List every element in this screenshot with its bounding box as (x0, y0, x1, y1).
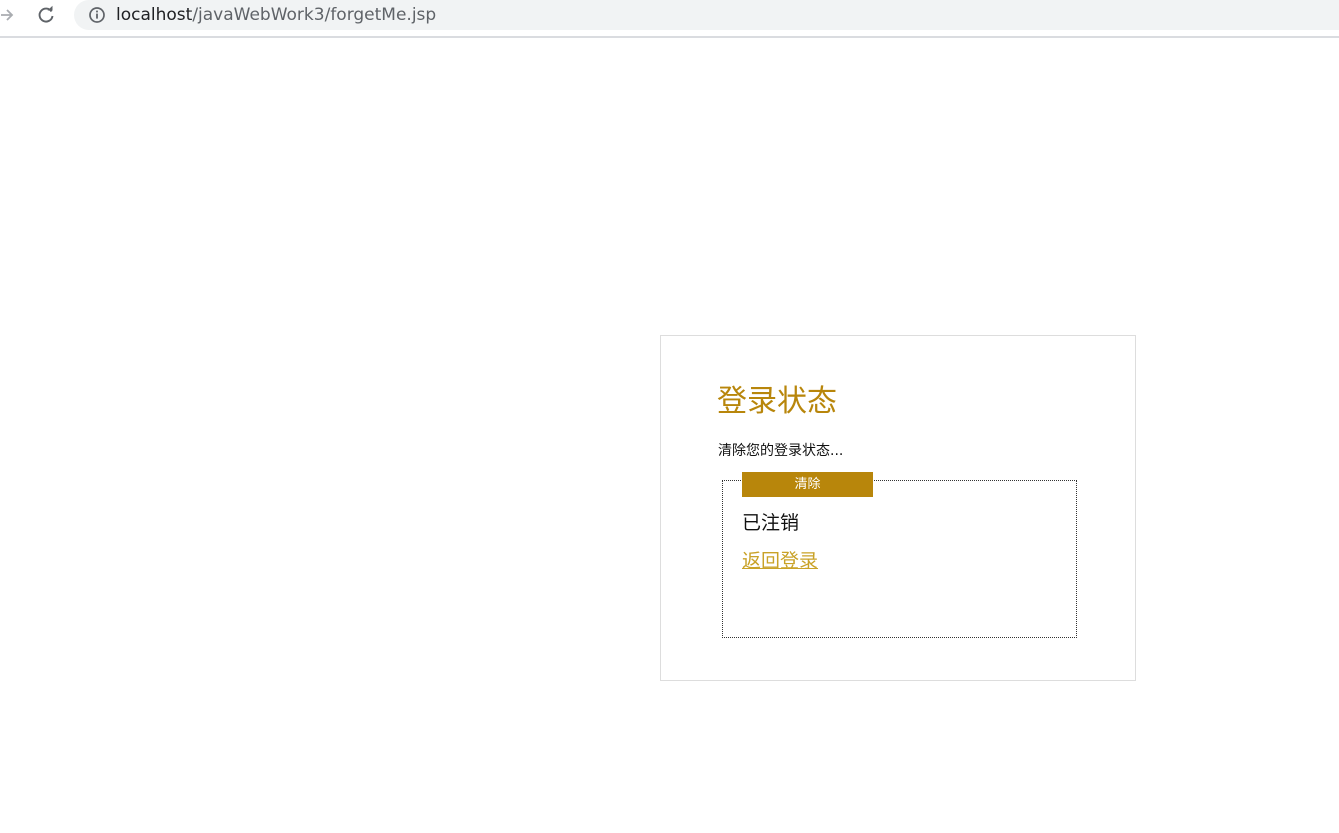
address-bar[interactable]: localhost/javaWebWork3/forgetMe.jsp (74, 0, 1339, 30)
url-host: localhost (116, 5, 193, 25)
login-status-card: 登录状态 清除您的登录状态... 清除 已注销 返回登录 (660, 335, 1136, 681)
back-to-login-link[interactable]: 返回登录 (742, 548, 818, 574)
url-path: /javaWebWork3/forgetMe.jsp (192, 5, 437, 25)
browser-toolbar: localhost/javaWebWork3/forgetMe.jsp (0, 0, 1339, 38)
forward-arrow-icon[interactable] (0, 4, 18, 26)
url-text: localhost/javaWebWork3/forgetMe.jsp (116, 4, 436, 26)
clear-button[interactable]: 清除 (742, 472, 873, 497)
status-text: 已注销 (742, 512, 800, 534)
info-icon[interactable] (88, 6, 106, 24)
description-text: 清除您的登录状态... (718, 443, 844, 459)
page-title: 登录状态 (717, 384, 837, 419)
reload-icon[interactable] (35, 4, 57, 26)
